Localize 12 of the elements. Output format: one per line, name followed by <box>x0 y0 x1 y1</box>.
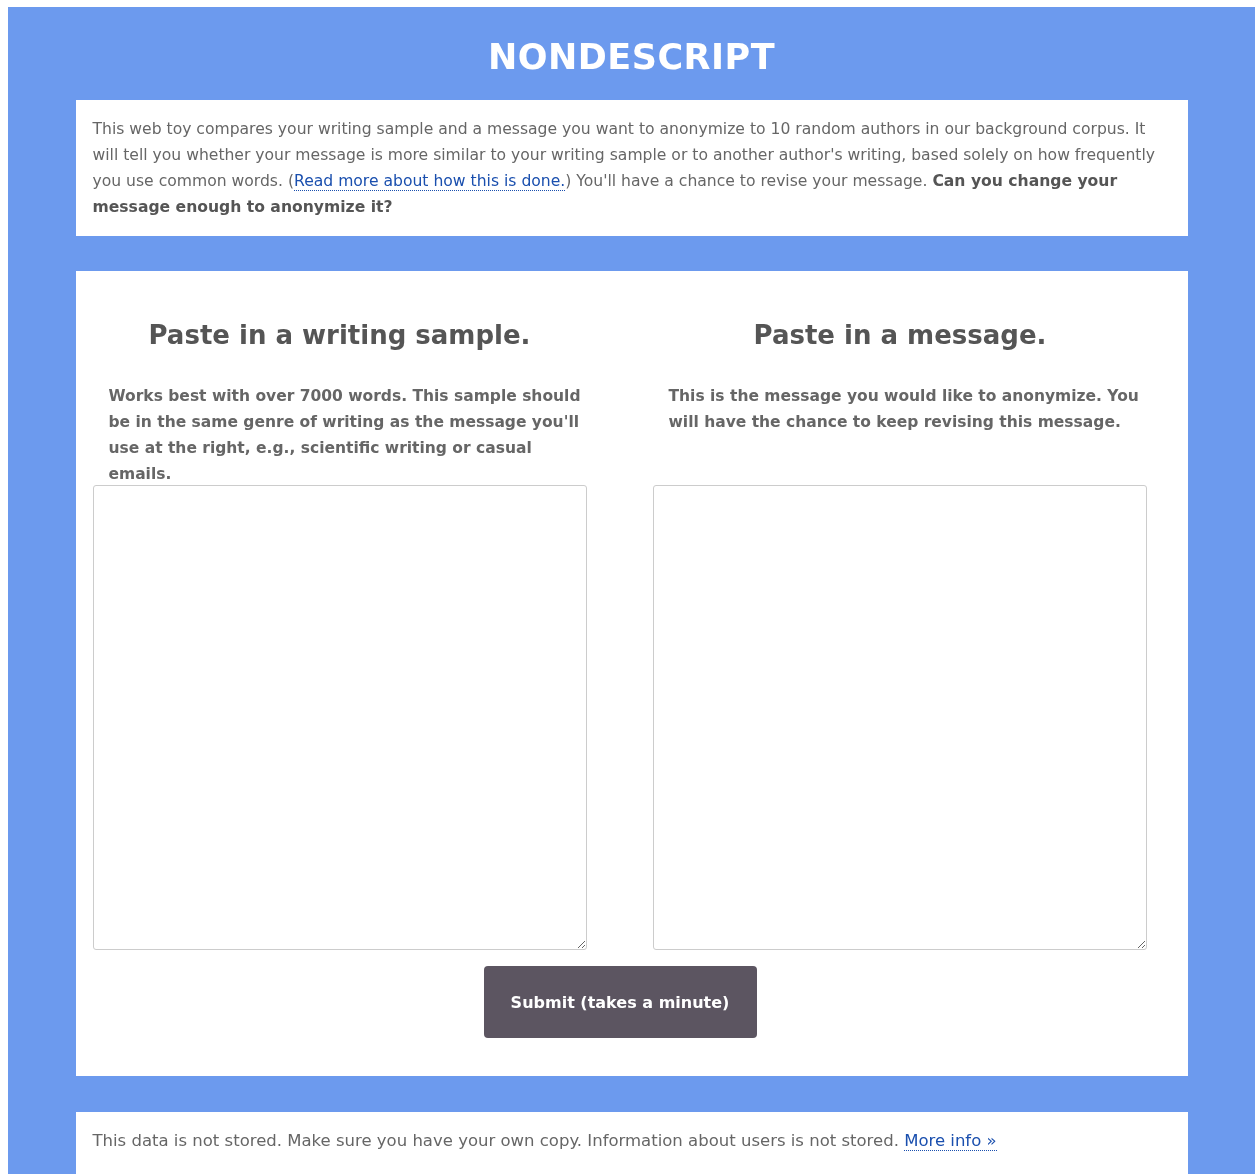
site-title: NONDESCRIPT <box>487 37 776 79</box>
read-more-link[interactable]: Read more about how this is done. <box>294 172 566 191</box>
submit-button[interactable]: Submit (takes a minute) <box>483 966 757 1038</box>
column-description: This is the message you would like to anonymize. You will have the chance to keep revising this message. <box>668 386 1140 433</box>
footer-text: This data is not stored. Make sure you have your own copy. Information about users is not stored. More info » <box>92 1130 998 1153</box>
text-input-area[interactable] <box>92 485 587 950</box>
column-heading: Paste in a message. <box>752 319 1048 352</box>
intro-text: This web toy compares your writing sample and a message you want to anonymize to 10 random authors in our background corpus. It will tell you whether your message is more similar to your writing sample or to another author's writing, based solely on how frequently you use common words. (Read more about how this is done.) You'll have a chance to revise your message. Can you change your message enough to anonymize it? <box>92 119 1156 218</box>
more-info-link[interactable]: More info » <box>904 1131 997 1151</box>
column-description: Works best with over 7000 words. This sample should be in the same genre of writing as the message you'll use at the right, e.g., scientific writing or casual emails. <box>108 386 582 485</box>
text-input-area[interactable] <box>652 485 1147 950</box>
column-heading: Paste in a writing sample. <box>147 319 532 352</box>
